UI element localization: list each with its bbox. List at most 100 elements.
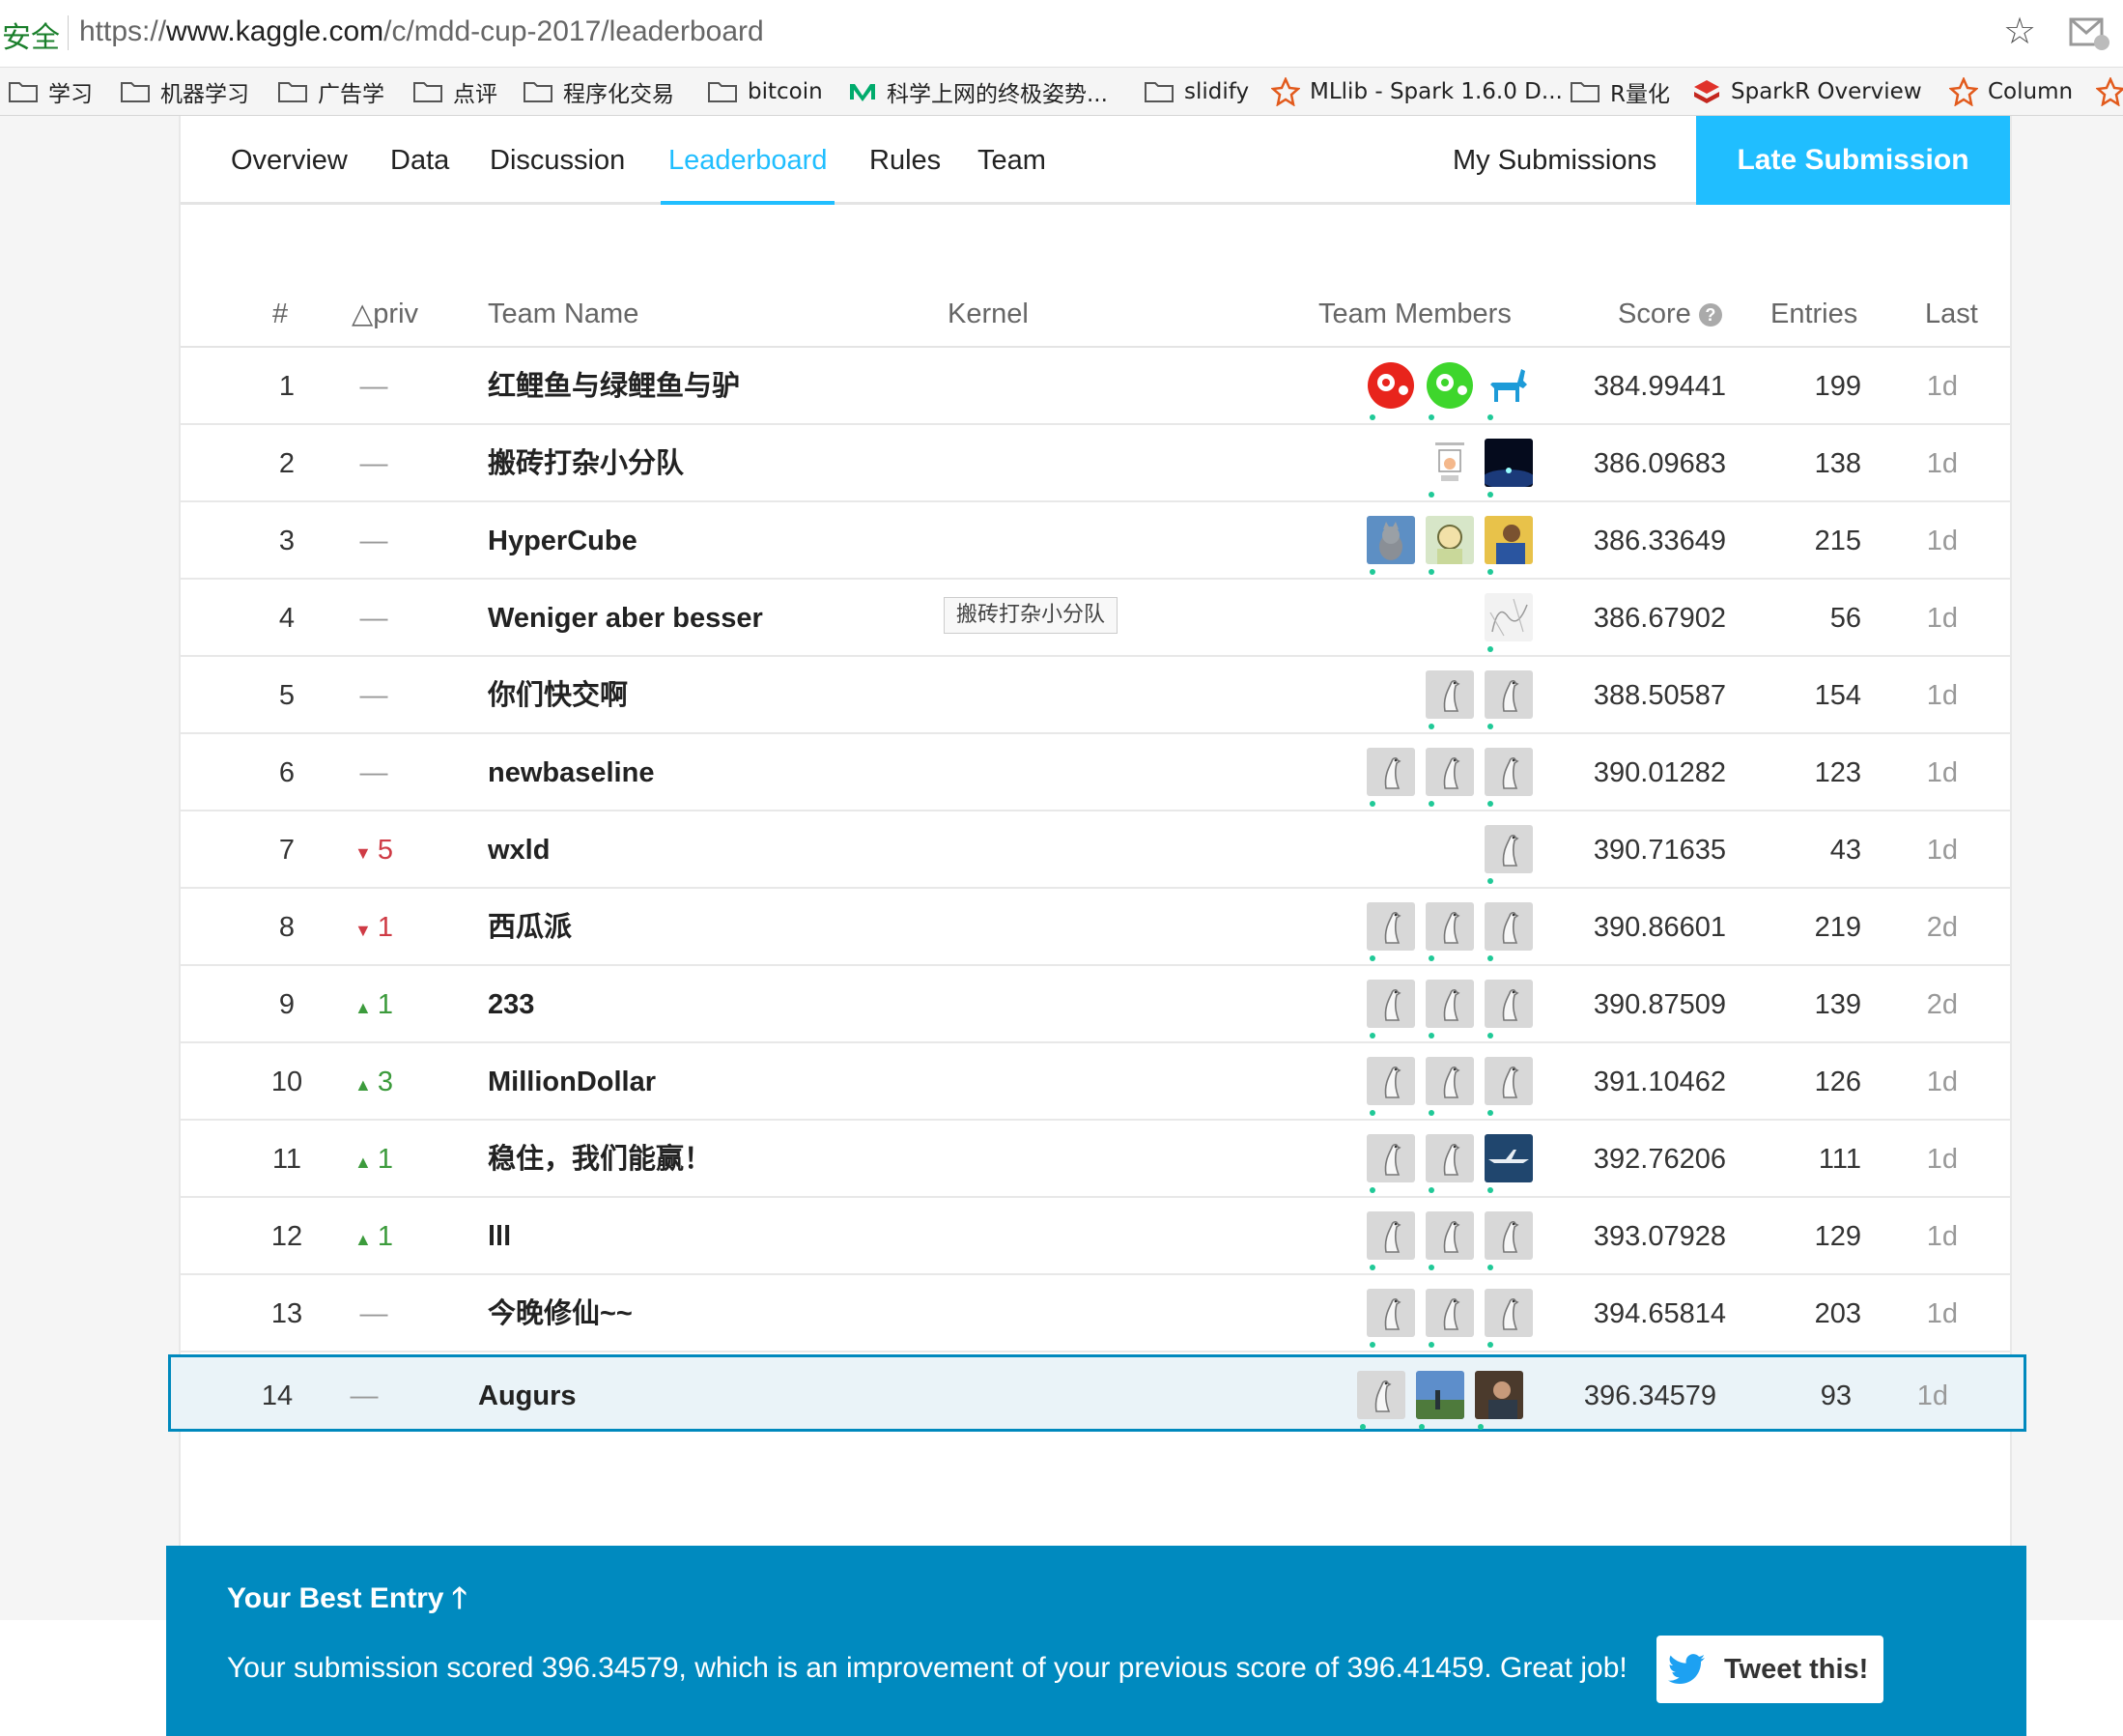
team-name[interactable]: 西瓜派 (488, 889, 572, 966)
default-goose-avatar[interactable] (1367, 902, 1415, 951)
default-goose-avatar[interactable] (1367, 1289, 1415, 1337)
bookmark-1[interactable]: 学习 (8, 68, 93, 115)
default-goose-avatar[interactable] (1485, 670, 1533, 719)
team-name[interactable]: Augurs (478, 1357, 577, 1435)
default-goose-avatar[interactable] (1426, 1211, 1474, 1260)
default-goose-avatar[interactable] (1485, 1289, 1533, 1337)
team-name[interactable]: 233 (488, 966, 534, 1043)
address-bar[interactable]: 安全 https://www.kaggle.com/c/mdd-cup-2017… (0, 0, 2123, 68)
table-row[interactable]: 11 ▲ 1 稳住，我们能赢！ 392.76206 111 1d (181, 1121, 2010, 1198)
header-score[interactable]: Score ? (1618, 280, 1722, 348)
table-row[interactable]: 5 — 你们快交啊 388.50587 154 1d (181, 657, 2010, 734)
header-delta[interactable]: △priv (352, 280, 418, 348)
team-name[interactable]: 你们快交啊 (488, 657, 628, 734)
tab-rules[interactable]: Rules (869, 116, 941, 205)
team-name[interactable]: HyperCube (488, 502, 637, 580)
table-row[interactable]: 9 ▲ 1 233 390.87509 139 2d (181, 966, 2010, 1043)
default-goose-avatar[interactable] (1367, 748, 1415, 796)
tab-data[interactable]: Data (390, 116, 449, 205)
tab-overview[interactable]: Overview (231, 116, 348, 205)
table-row[interactable]: 12 ▲ 1 lll 393.07928 129 1d (181, 1198, 2010, 1275)
default-goose-avatar[interactable] (1485, 1211, 1533, 1260)
tab-discussion[interactable]: Discussion (490, 116, 625, 205)
default-goose-avatar[interactable] (1485, 902, 1533, 951)
member-avatar[interactable] (1485, 439, 1533, 487)
header-team[interactable]: Team Name (488, 280, 638, 348)
bookmark-7[interactable]: 科学上网的终极姿势... (848, 68, 1108, 115)
bookmark-star-icon[interactable]: ☆ (2003, 10, 2036, 53)
member-avatar[interactable] (1485, 361, 1533, 410)
table-row[interactable]: 2 — 搬砖打杂小分队 386.09683 138 1d (181, 425, 2010, 502)
member-avatar[interactable] (1426, 361, 1474, 410)
tab-team[interactable]: Team (977, 116, 1046, 205)
team-name[interactable]: wxld (488, 811, 550, 889)
bookmark-8[interactable]: slidify (1144, 68, 1249, 115)
default-goose-avatar[interactable] (1367, 1057, 1415, 1105)
bookmark-5[interactable]: 程序化交易 (523, 68, 674, 115)
default-goose-avatar[interactable] (1367, 1134, 1415, 1182)
tweet-button[interactable]: Tweet this! (1656, 1636, 1883, 1703)
table-row[interactable]: 6 — newbaseline 390.01282 123 1d (181, 734, 2010, 811)
default-goose-avatar[interactable] (1426, 980, 1474, 1028)
bookmark-overflow-icon[interactable] (2096, 68, 2123, 115)
member-avatar[interactable] (1485, 516, 1533, 564)
default-goose-avatar[interactable] (1426, 670, 1474, 719)
table-row[interactable]: 1 — 红鲤鱼与绿鲤鱼与驴 384.99441 199 1d (181, 348, 2010, 425)
default-goose-avatar[interactable] (1426, 1289, 1474, 1337)
header-entries[interactable]: Entries (1770, 280, 1857, 348)
member-avatar[interactable] (1485, 1134, 1533, 1182)
team-name[interactable]: 搬砖打杂小分队 (488, 425, 684, 502)
table-row[interactable]: 7 ▼ 5 wxld 390.71635 43 1d (181, 811, 2010, 889)
default-goose-avatar[interactable] (1426, 1134, 1474, 1182)
bookmark-11[interactable]: SparkR Overview (1692, 68, 1922, 115)
bookmark-12[interactable]: Column (1949, 68, 2073, 115)
default-goose-avatar[interactable] (1367, 980, 1415, 1028)
last-cell: 1d (1916, 1380, 1948, 1411)
team-name[interactable]: newbaseline (488, 734, 654, 811)
default-goose-avatar[interactable] (1426, 902, 1474, 951)
default-goose-avatar[interactable] (1485, 748, 1533, 796)
member-avatar[interactable] (1475, 1371, 1523, 1419)
folder-icon (1570, 80, 1610, 103)
table-row[interactable]: 13 — 今晚修仙~~ 394.65814 203 1d (181, 1275, 2010, 1352)
member-avatar[interactable] (1426, 439, 1474, 487)
score-cell: 388.50587 (1593, 680, 1726, 711)
member-avatar[interactable] (1367, 361, 1415, 410)
my-team-row[interactable]: 14 — Augurs 396.34579 93 1d (168, 1354, 2026, 1432)
member-status-dot (1487, 1110, 1493, 1116)
default-goose-avatar[interactable] (1485, 1057, 1533, 1105)
late-submission-button[interactable]: Late Submission (1696, 116, 2010, 205)
my-submissions-link[interactable]: My Submissions (1453, 116, 1656, 205)
bookmark-3[interactable]: 广告学 (277, 68, 384, 115)
default-goose-avatar[interactable] (1485, 980, 1533, 1028)
team-name[interactable]: MillionDollar (488, 1043, 656, 1121)
member-avatar[interactable] (1485, 593, 1533, 641)
bookmark-9[interactable]: MLlib - Spark 1.6.0 D... (1271, 68, 1563, 115)
bookmark-6[interactable]: bitcoin (707, 68, 823, 115)
team-name[interactable]: lll (488, 1198, 511, 1275)
default-goose-avatar[interactable] (1357, 1371, 1405, 1419)
team-name[interactable]: 红鲤鱼与绿鲤鱼与驴 (488, 348, 740, 425)
default-goose-avatar[interactable] (1426, 748, 1474, 796)
team-name[interactable]: 今晚修仙~~ (488, 1275, 633, 1352)
default-goose-avatar[interactable] (1426, 1057, 1474, 1105)
table-row[interactable]: 8 ▼ 1 西瓜派 390.86601 219 2d (181, 889, 2010, 966)
table-row[interactable]: 3 — HyperCube 386.33649 215 1d (181, 502, 2010, 580)
table-row[interactable]: 10 ▲ 3 MillionDollar 391.10462 126 1d (181, 1043, 2010, 1121)
tab-leaderboard[interactable]: Leaderboard (661, 116, 835, 205)
bookmark-10[interactable]: R量化 (1570, 68, 1670, 115)
team-name[interactable]: Weniger aber besser (488, 580, 763, 657)
delta-cell: ▲ 1 (326, 1121, 422, 1198)
default-goose-avatar[interactable] (1367, 1211, 1415, 1260)
help-icon[interactable]: ? (1698, 303, 1722, 327)
member-avatar[interactable] (1367, 516, 1415, 564)
url-text[interactable]: https://www.kaggle.com/c/mdd-cup-2017/le… (79, 15, 764, 48)
header-last[interactable]: Last (1925, 280, 1978, 348)
default-goose-avatar[interactable] (1485, 825, 1533, 873)
gmail-extension-icon[interactable] (2069, 14, 2111, 52)
bookmark-4[interactable]: 点评 (412, 68, 497, 115)
team-name[interactable]: 稳住，我们能赢！ (488, 1121, 712, 1198)
member-avatar[interactable] (1426, 516, 1474, 564)
bookmark-2[interactable]: 机器学习 (120, 68, 249, 115)
member-avatar[interactable] (1416, 1371, 1464, 1419)
